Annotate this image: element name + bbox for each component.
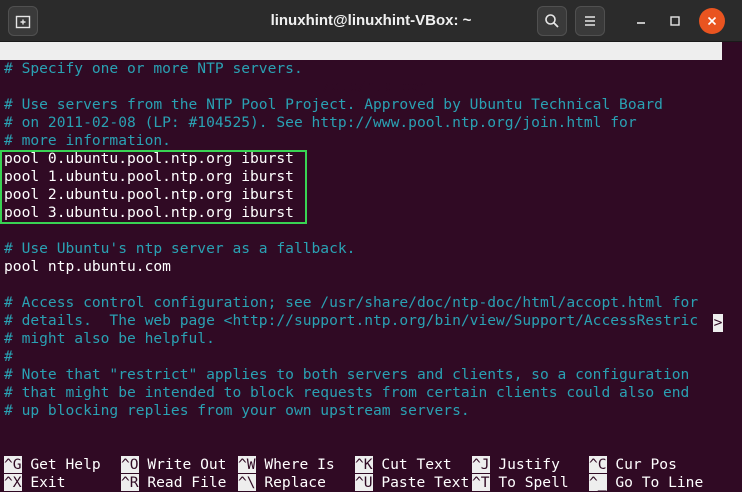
shortcut-justify: ^J Justify [472, 456, 560, 474]
shortcut-key: ^G [4, 456, 22, 473]
shortcut-label: Cut Text [372, 456, 452, 473]
shortcut-key: ^C [589, 456, 607, 473]
maximize-icon [670, 16, 680, 26]
shortcut-key: ^W [238, 456, 256, 473]
search-button[interactable] [537, 6, 567, 36]
shortcut-label: Exit [21, 474, 66, 491]
shortcut-key: ^\ [238, 474, 256, 491]
shortcut-write-out: ^O Write Out [121, 456, 226, 474]
code-line[interactable]: # up blocking replies from your own upst… [4, 402, 470, 420]
window-title: linuxhint@linuxhint-VBox: ~ [270, 12, 472, 29]
search-icon [545, 14, 559, 28]
minimize-icon [637, 22, 645, 24]
line-continues-marker: > [713, 314, 723, 332]
shortcut-label: Replace [255, 474, 326, 491]
maximize-button[interactable] [660, 6, 690, 36]
code-line[interactable]: pool ntp.ubuntu.com [4, 258, 171, 276]
shortcut-cur-pos: ^C Cur Pos [589, 456, 677, 474]
shortcut-replace: ^\ Replace [238, 474, 326, 492]
shortcut-label: Get Help [21, 456, 101, 473]
code-line[interactable]: # Access control configuration; see /usr… [4, 294, 698, 312]
close-button[interactable] [699, 8, 725, 34]
file-name: /etc/ntp.conf [322, 78, 437, 95]
shortcut-to-spell: ^T To Spell [472, 474, 569, 492]
code-line[interactable]: # Use servers from the NTP Pool Project.… [4, 96, 663, 114]
shortcut-get-help: ^G Get Help [4, 456, 101, 474]
shortcut-label: Paste Text [372, 474, 470, 491]
menu-button[interactable] [575, 6, 605, 36]
shortcut-label: To Spell [489, 474, 569, 491]
code-line[interactable]: # might also be helpful. [4, 330, 215, 348]
shortcut-label: Go To Line [606, 474, 704, 491]
shortcut-key: ^R [121, 474, 139, 491]
terminal-area[interactable]: GNU nano 4.8 /etc/ntp.conf # Specify one… [0, 42, 742, 492]
code-line[interactable]: # Specify one or more NTP servers. [4, 60, 303, 78]
new-tab-icon [15, 15, 31, 29]
nano-header: GNU nano 4.8 /etc/ntp.conf [0, 42, 722, 95]
shortcut-label: Where Is [255, 456, 335, 473]
code-line[interactable]: # Note that "restrict" applies to both s… [4, 366, 689, 384]
minimize-button[interactable] [626, 6, 656, 36]
code-line[interactable]: # on 2011-02-08 (LP: #104525). See http:… [4, 114, 637, 132]
shortcut-label: Cur Pos [606, 456, 677, 473]
shortcut-exit: ^X Exit [4, 474, 66, 492]
code-line[interactable]: # that might be intended to block reques… [4, 384, 689, 402]
shortcut-key: ^J [472, 456, 490, 473]
shortcut-label: Read File [138, 474, 227, 491]
shortcut-paste-text: ^U Paste Text [355, 474, 469, 492]
new-tab-button[interactable] [8, 6, 38, 36]
shortcut-key: ^K [355, 456, 373, 473]
shortcut-cut-text: ^K Cut Text [355, 456, 452, 474]
shortcut-key: ^T [472, 474, 490, 491]
close-icon [707, 16, 717, 26]
code-line[interactable]: # more information. [4, 132, 171, 150]
shortcut-key: ^X [4, 474, 22, 491]
shortcut-key: ^U [355, 474, 373, 491]
code-line[interactable]: # Use Ubuntu's ntp server as a fallback. [4, 240, 355, 258]
shortcut-read-file: ^R Read File [121, 474, 226, 492]
title-bar: linuxhint@linuxhint-VBox: ~ [0, 0, 742, 42]
hamburger-menu-icon [585, 16, 595, 26]
code-line[interactable]: # details. The web page <http://support.… [4, 312, 698, 330]
shortcut-label: Write Out [138, 456, 227, 473]
code-line[interactable]: # [4, 348, 13, 366]
shortcut-key: ^O [121, 456, 139, 473]
shortcut-where-is: ^W Where Is [238, 456, 335, 474]
shortcut-key: ^_ [589, 474, 607, 491]
pool-servers-highlight [0, 150, 307, 224]
shortcut-go-to-line: ^_ Go To Line [589, 474, 703, 492]
shortcut-label: Justify [489, 456, 560, 473]
